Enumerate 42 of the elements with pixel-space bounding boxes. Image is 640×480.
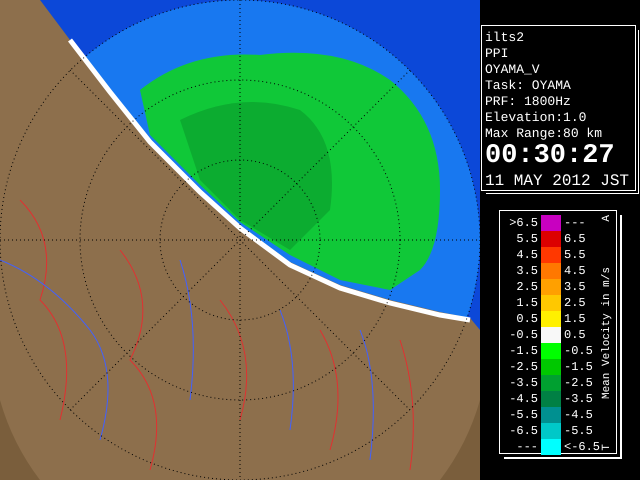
legend-value: 6.5 — [564, 231, 587, 247]
legend-value: 5.5 — [515, 231, 538, 247]
legend-value: -0.5 — [508, 327, 538, 343]
legend-value: 0.5 — [515, 311, 538, 327]
legend-value: 3.5 — [515, 263, 538, 279]
info-text: Max Range:80 km — [485, 126, 604, 142]
legend-value: -2.5 — [564, 375, 594, 391]
time-text: 00:30:27 — [485, 142, 616, 170]
info-text: PPI — [485, 46, 510, 62]
info-text: OYAMA_V — [485, 62, 541, 78]
legend-value: <-6.5 — [564, 439, 600, 455]
legend-value: -3.5 — [508, 375, 538, 391]
info-text: Elevation:1.0 — [485, 110, 588, 126]
legend-mark: A — [601, 215, 613, 222]
info-text: PRF: 1800Hz — [485, 94, 572, 110]
legend-value: 3.5 — [564, 279, 587, 295]
legend-title: Mean Velocity in m/s — [601, 266, 613, 400]
legend-value: 1.5 — [564, 311, 587, 327]
legend-value: -5.5 — [564, 423, 594, 439]
legend-value: -4.5 — [564, 407, 594, 423]
legend-mark: T — [601, 444, 613, 451]
legend-value: -5.5 — [508, 407, 538, 423]
legend-value: --- — [564, 215, 587, 231]
legend-value: -1.5 — [564, 359, 594, 375]
legend-value: 4.5 — [515, 247, 538, 263]
legend-value: -2.5 — [508, 359, 538, 375]
legend-value: >6.5 — [508, 215, 538, 231]
legend-value: 4.5 — [564, 263, 587, 279]
info-text: ilts2 — [485, 30, 526, 46]
legend-value: 2.5 — [515, 279, 538, 295]
legend-value: -4.5 — [508, 391, 538, 407]
legend-value: --- — [515, 439, 538, 455]
legend-value: -6.5 — [508, 423, 538, 439]
legend-value: -3.5 — [564, 391, 594, 407]
legend-value: -0.5 — [564, 343, 594, 359]
legend-value: 2.5 — [564, 295, 587, 311]
date-text: 11 MAY 2012 JST — [485, 171, 630, 192]
legend-value: 0.5 — [564, 327, 587, 343]
legend-value: -1.5 — [508, 343, 538, 359]
legend-value: 1.5 — [515, 295, 538, 311]
legend-value: 5.5 — [564, 247, 587, 263]
info-text: Task: OYAMA — [485, 78, 572, 94]
